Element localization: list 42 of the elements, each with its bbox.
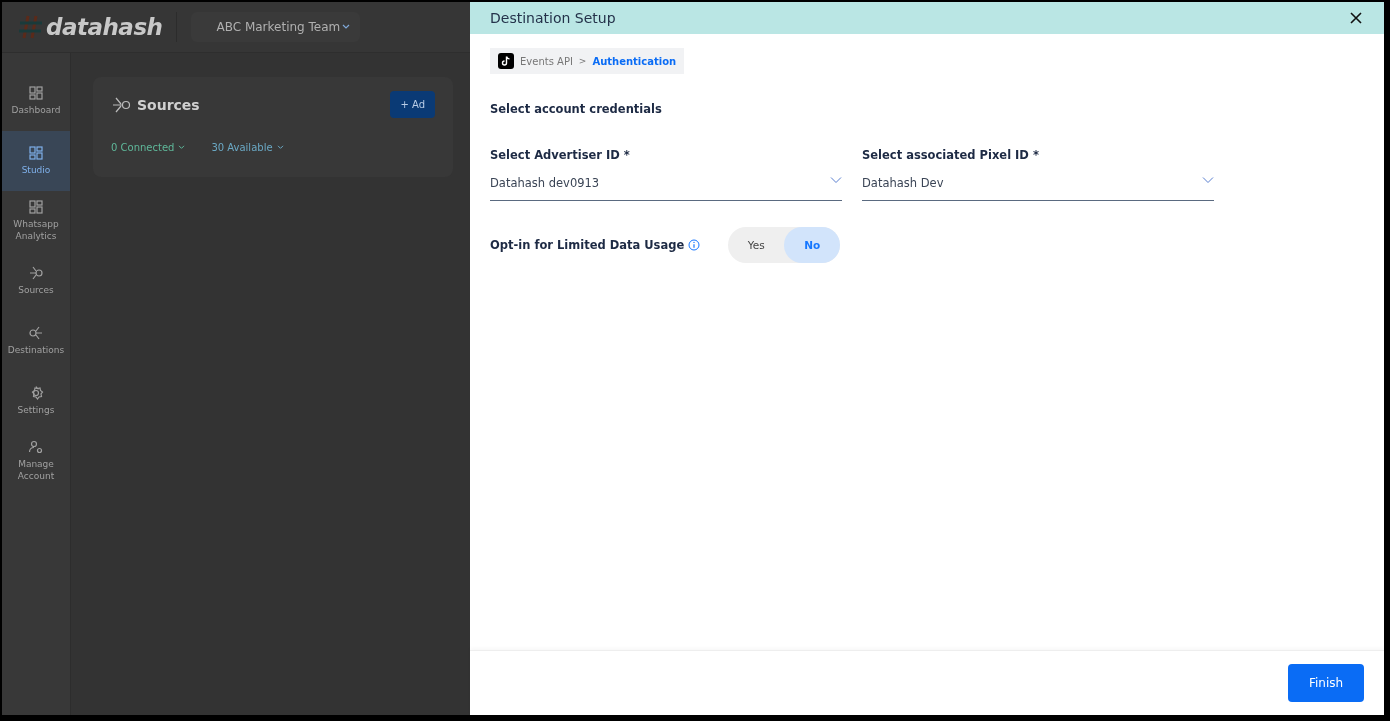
field-label: Select Advertiser ID * (490, 148, 631, 162)
music-note-icon (498, 53, 514, 69)
sidebar-item[interactable]: Manage Account (2, 431, 70, 491)
add-button[interactable]: + Ad (390, 91, 435, 118)
chevron-down-icon (342, 24, 351, 30)
breadcrumb-item[interactable]: Events API (520, 55, 573, 67)
filter-dropdown[interactable]: 0 Connected (111, 142, 186, 153)
sidebar-item[interactable]: Whatsapp Analytics (2, 191, 70, 251)
option-label: Opt-in for Limited Data Usage (490, 238, 685, 252)
chevron-down-icon (1202, 176, 1214, 184)
arrows-into-circle-icon (28, 265, 44, 282)
logo-text: datahash (46, 14, 163, 40)
page-title: Sources (137, 96, 200, 113)
field-label: Select associated Pixel ID * (862, 148, 1040, 162)
sidebar-item[interactable]: Sources (2, 251, 70, 311)
sidebar-item[interactable]: Dashboard (2, 71, 70, 131)
sidebar-item[interactable]: Destinations (2, 311, 70, 371)
arrows-out-of-circle-icon (28, 325, 44, 342)
logo-icon (18, 14, 44, 40)
breadcrumb-separator: > (578, 56, 587, 66)
workspace-selector[interactable]: ABC Marketing Team (191, 12, 361, 42)
sidebar-item[interactable]: Studio (2, 131, 70, 191)
grid-icon (28, 199, 44, 216)
grid-icon (28, 85, 44, 102)
chevron-down-icon (178, 145, 186, 150)
drawer-title: Destination Setup (490, 10, 616, 26)
arrows-into-circle-icon (111, 95, 131, 114)
select-field[interactable]: Datahash Dev (862, 176, 1214, 201)
select-field[interactable]: Datahash dev0913 (490, 176, 842, 201)
toggle-option[interactable]: Yes (728, 227, 785, 263)
close-button[interactable] (1348, 10, 1364, 26)
chevron-down-icon (276, 145, 284, 150)
filter-dropdown[interactable]: 30 Available (211, 142, 284, 153)
toggle-option[interactable]: No (784, 227, 841, 263)
chevron-down-icon (830, 176, 842, 184)
info-icon[interactable] (688, 239, 701, 251)
user-gear-icon (28, 439, 44, 456)
section-title: Select account credentials (490, 102, 663, 116)
sidebar-item[interactable]: Settings (2, 371, 70, 431)
grid-icon (28, 145, 44, 162)
finish-button[interactable]: Finish (1288, 664, 1364, 702)
breadcrumb-item[interactable]: Authentication (592, 55, 677, 67)
